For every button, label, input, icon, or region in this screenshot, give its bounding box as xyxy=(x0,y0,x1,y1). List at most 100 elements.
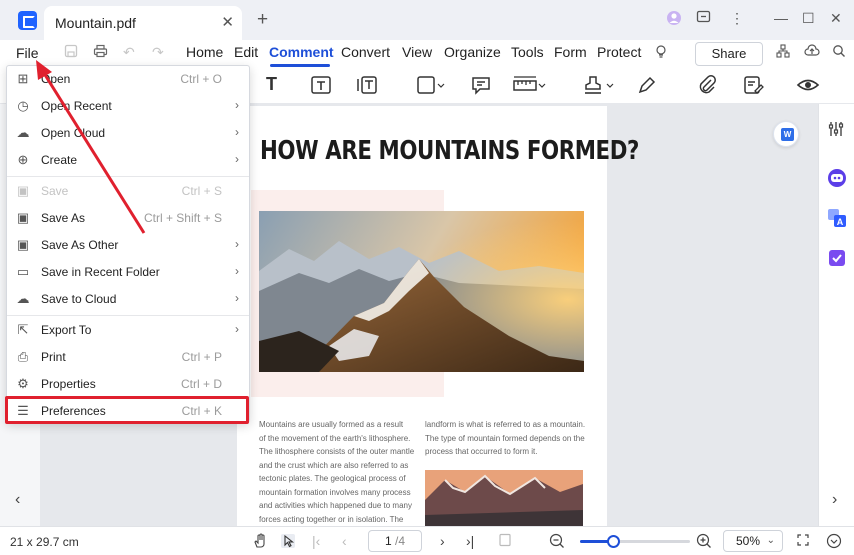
document-tab[interactable]: Mountain.pdf ✕ xyxy=(44,6,242,40)
body-column-1: Mountains are usually formed as a result… xyxy=(259,418,414,526)
shape-tool-icon[interactable] xyxy=(416,74,446,101)
search-icon[interactable] xyxy=(832,44,846,61)
menu-item-save-recent-folder[interactable]: ▭ Save in Recent Folder › xyxy=(7,260,249,286)
menu-item-label: Save in Recent Folder xyxy=(41,265,160,279)
menu-item-export-to[interactable]: ⇱ Export To › xyxy=(7,318,249,344)
menu-item-open[interactable]: ⊞ Open Ctrl + O xyxy=(7,67,249,93)
hand-tool-icon[interactable] xyxy=(252,533,268,552)
stamp-tool-icon[interactable] xyxy=(582,74,616,101)
chevron-right-icon: › xyxy=(235,264,239,278)
create-document-icon: ⊕ xyxy=(17,152,29,167)
menu-tools[interactable]: Tools xyxy=(511,44,544,60)
zoom-level-select[interactable]: 50% ⌄ xyxy=(723,530,783,552)
menu-item-label: Properties xyxy=(41,377,96,391)
select-tool-icon[interactable] xyxy=(280,533,296,552)
menu-item-open-cloud[interactable]: ☁ Open Cloud › xyxy=(7,121,249,147)
note-tool-icon[interactable] xyxy=(470,74,492,101)
menu-item-label: Save As xyxy=(41,211,86,225)
body-line: The type of mountain formed depends on t… xyxy=(425,433,585,443)
app-logo-icon[interactable] xyxy=(18,11,37,30)
zoom-out-icon[interactable] xyxy=(549,533,565,552)
menu-home[interactable]: Home xyxy=(186,44,223,60)
menu-organize[interactable]: Organize xyxy=(444,44,501,60)
first-page-icon[interactable]: |‹ xyxy=(312,533,320,549)
chevron-right-icon: › xyxy=(235,98,239,112)
menu-item-label: Save xyxy=(41,184,69,198)
close-tab-icon[interactable]: ✕ xyxy=(221,13,234,31)
maximize-button[interactable]: ☐ xyxy=(802,10,815,27)
properties-panel-icon[interactable] xyxy=(827,120,845,143)
share-button[interactable]: Share xyxy=(695,42,763,66)
menu-item-shortcut: Ctrl + O xyxy=(180,72,222,86)
fit-width-icon[interactable] xyxy=(796,533,810,550)
zoom-in-icon[interactable] xyxy=(696,533,712,552)
network-icon[interactable] xyxy=(776,44,790,61)
print-icon[interactable] xyxy=(93,44,108,61)
text-callout-icon[interactable] xyxy=(356,74,378,101)
fit-page-icon[interactable] xyxy=(498,533,512,550)
menu-convert[interactable]: Convert xyxy=(341,44,390,60)
menu-item-label: Save to Cloud xyxy=(41,292,117,306)
body-line: The lithosphere consists of the outer ma… xyxy=(259,447,415,456)
page-number-input[interactable]: 1 /4 xyxy=(368,530,422,552)
measure-tool-icon[interactable] xyxy=(512,74,548,101)
more-down-icon[interactable] xyxy=(826,533,842,552)
menu-bar: File ↶ ↷ Home Edit Comment Convert View … xyxy=(0,40,854,68)
avatar-icon[interactable] xyxy=(666,10,682,29)
menu-item-open-recent[interactable]: ◷ Open Recent › xyxy=(7,94,249,120)
total-pages: /4 xyxy=(395,534,406,548)
menu-item-shortcut: Ctrl + S xyxy=(181,184,222,198)
menu-item-label: Save As Other xyxy=(41,238,119,252)
menu-item-save-to-cloud[interactable]: ☁ Save to Cloud › xyxy=(7,287,249,313)
eye-icon[interactable] xyxy=(796,74,820,101)
textbox-tool-icon[interactable] xyxy=(310,74,332,101)
last-page-icon[interactable]: ›| xyxy=(466,533,474,549)
chevron-right-icon: › xyxy=(235,322,239,336)
task-check-icon[interactable] xyxy=(827,248,847,273)
menu-item-save-as-other[interactable]: ▣ Save As Other › xyxy=(7,233,249,259)
collapse-left-icon[interactable]: ‹ xyxy=(15,491,20,509)
expand-right-icon[interactable]: › xyxy=(832,491,837,509)
signature-tool-icon[interactable] xyxy=(636,74,658,101)
file-menu[interactable]: File xyxy=(16,45,39,61)
close-window-button[interactable]: ✕ xyxy=(830,10,842,27)
feedback-icon[interactable] xyxy=(696,10,711,28)
chevron-right-icon: › xyxy=(235,237,239,251)
properties-icon: ⚙ xyxy=(17,376,29,391)
menu-comment[interactable]: Comment xyxy=(269,44,334,60)
attachment-icon[interactable] xyxy=(696,74,718,101)
menu-protect[interactable]: Protect xyxy=(597,44,641,60)
menu-item-shortcut: Ctrl + Shift + S xyxy=(143,211,222,225)
minimize-button[interactable]: — xyxy=(774,10,788,26)
ai-assistant-icon[interactable] xyxy=(827,168,847,193)
menu-item-save-as[interactable]: ▣ Save As Ctrl + Shift + S xyxy=(7,206,249,232)
previous-page-icon[interactable]: ‹ xyxy=(342,533,347,549)
zoom-slider[interactable] xyxy=(580,535,690,548)
edit-comment-icon[interactable] xyxy=(742,74,764,101)
menu-item-properties[interactable]: ⚙ Properties Ctrl + D xyxy=(7,372,249,398)
translate-icon[interactable]: A xyxy=(827,208,847,233)
menu-form[interactable]: Form xyxy=(554,44,587,60)
lightbulb-icon[interactable] xyxy=(654,44,668,63)
convert-to-word-button[interactable]: W xyxy=(773,121,799,147)
menu-item-save[interactable]: ▣ Save Ctrl + S xyxy=(7,179,249,205)
mountain-photo xyxy=(259,211,584,372)
body-line: of the movement of the earth's lithosphe… xyxy=(259,433,411,443)
menu-item-label: Print xyxy=(41,350,66,364)
menu-edit[interactable]: Edit xyxy=(234,44,258,60)
redo-icon[interactable]: ↷ xyxy=(152,44,164,61)
zoom-slider-thumb[interactable] xyxy=(607,535,620,548)
folder-icon: ▭ xyxy=(16,264,30,279)
undo-icon[interactable]: ↶ xyxy=(123,44,135,61)
menu-item-create[interactable]: ⊕ Create › xyxy=(7,148,249,174)
upload-cloud-icon[interactable] xyxy=(804,44,820,61)
menu-item-shortcut: Ctrl + P xyxy=(181,350,222,364)
next-page-icon[interactable]: › xyxy=(440,533,445,549)
text-tool-icon[interactable]: T xyxy=(266,74,277,95)
new-tab-button[interactable]: + xyxy=(257,9,268,31)
menu-item-print[interactable]: ⎙ Print Ctrl + P xyxy=(7,345,249,371)
more-options-icon[interactable]: ⋮ xyxy=(730,10,744,27)
body-line: landform is what is referred to as a mou… xyxy=(425,420,586,429)
menu-view[interactable]: View xyxy=(402,44,432,60)
save-icon[interactable] xyxy=(64,44,78,61)
